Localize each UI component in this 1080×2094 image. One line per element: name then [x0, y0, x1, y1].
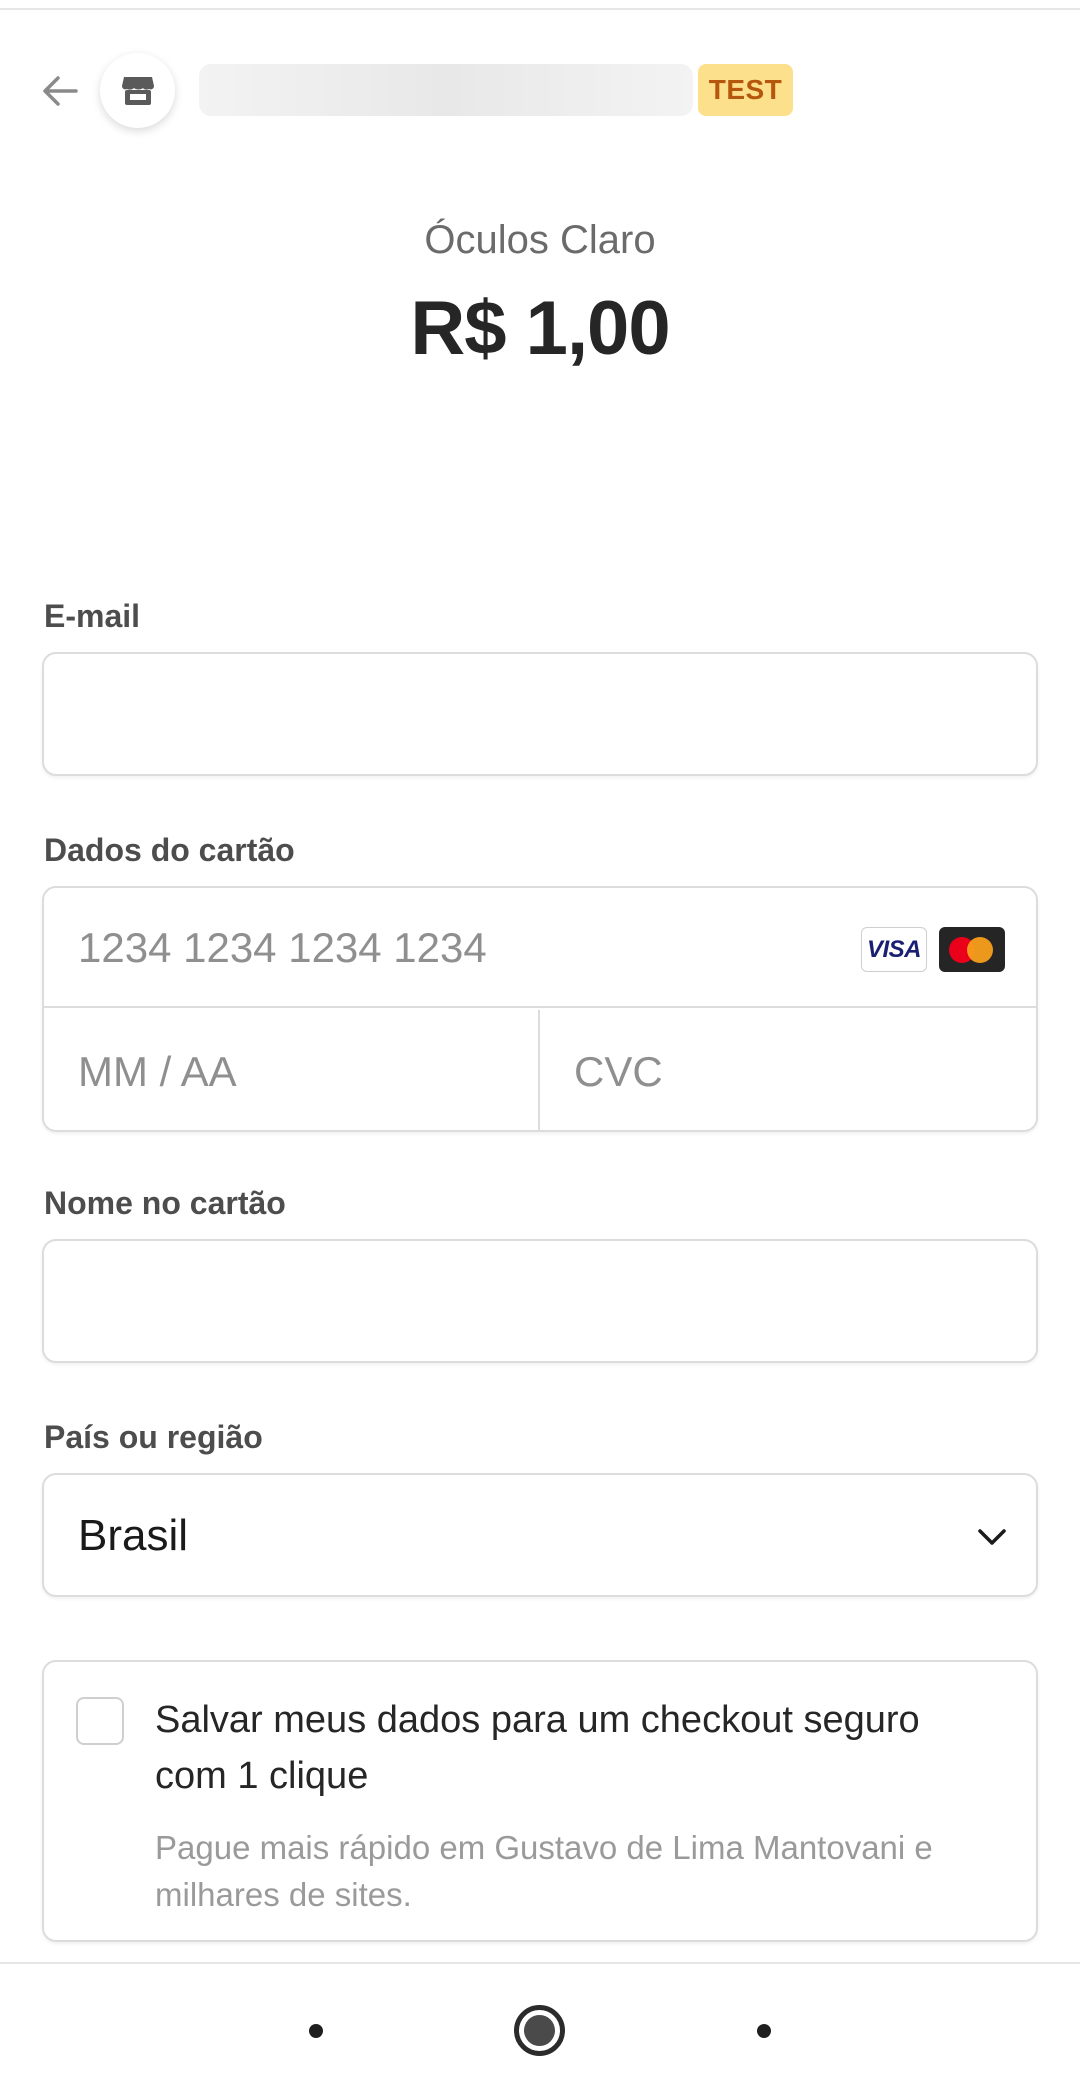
- merchant-name: [199, 64, 693, 116]
- country-select-value: Brasil: [78, 1511, 189, 1560]
- back-nav-icon[interactable]: [309, 2024, 323, 2038]
- card-number-input[interactable]: [44, 888, 824, 1008]
- card-details-field: VISA: [42, 886, 1038, 1132]
- save-info-subtitle: Pague mais rápido em Gustavo de Lima Man…: [155, 1829, 933, 1913]
- store-avatar: [100, 53, 175, 128]
- chevron-down-icon: [978, 1529, 1006, 1545]
- visa-logo-icon: VISA: [861, 927, 927, 972]
- country-label: País ou região: [44, 1419, 263, 1455]
- home-nav-inner: [524, 2015, 555, 2046]
- email-input[interactable]: [44, 654, 1036, 774]
- card-number-row: VISA: [44, 888, 1036, 1008]
- mastercard-logo-icon: [939, 927, 1005, 972]
- recents-nav-icon[interactable]: [757, 2024, 771, 2038]
- cardholder-name-label: Nome no cartão: [44, 1185, 286, 1221]
- card-cvc-cell: [540, 1010, 1036, 1130]
- test-mode-badge: TEST: [698, 64, 793, 116]
- product-price: R$ 1,00: [410, 286, 670, 371]
- save-info-box: Salvar meus dados para um checkout segur…: [42, 1660, 1038, 1942]
- home-nav-icon[interactable]: [514, 2005, 565, 2056]
- save-info-checkbox[interactable]: [76, 1697, 124, 1745]
- top-divider: [0, 8, 1080, 10]
- card-expiry-cell: [44, 1010, 540, 1130]
- checkout-header: TEST: [0, 50, 1080, 132]
- cardholder-name-field-container: [42, 1239, 1038, 1363]
- storefront-icon: [121, 76, 154, 105]
- country-select[interactable]: Brasil: [42, 1473, 1038, 1597]
- arrow-left-icon: [43, 76, 78, 106]
- mastercard-orange-circle: [967, 937, 993, 963]
- system-nav-bar: [0, 1964, 1080, 2094]
- cardholder-name-input[interactable]: [44, 1241, 1036, 1361]
- email-label: E-mail: [44, 598, 141, 634]
- card-details-label: Dados do cartão: [44, 832, 295, 868]
- card-cvc-input[interactable]: [540, 1010, 1036, 1130]
- product-name: Óculos Claro: [424, 218, 656, 262]
- back-button[interactable]: [36, 68, 84, 114]
- email-field-container: [42, 652, 1038, 776]
- save-info-title: Salvar meus dados para um checkout segur…: [155, 1699, 920, 1797]
- card-expiry-input[interactable]: [44, 1010, 538, 1130]
